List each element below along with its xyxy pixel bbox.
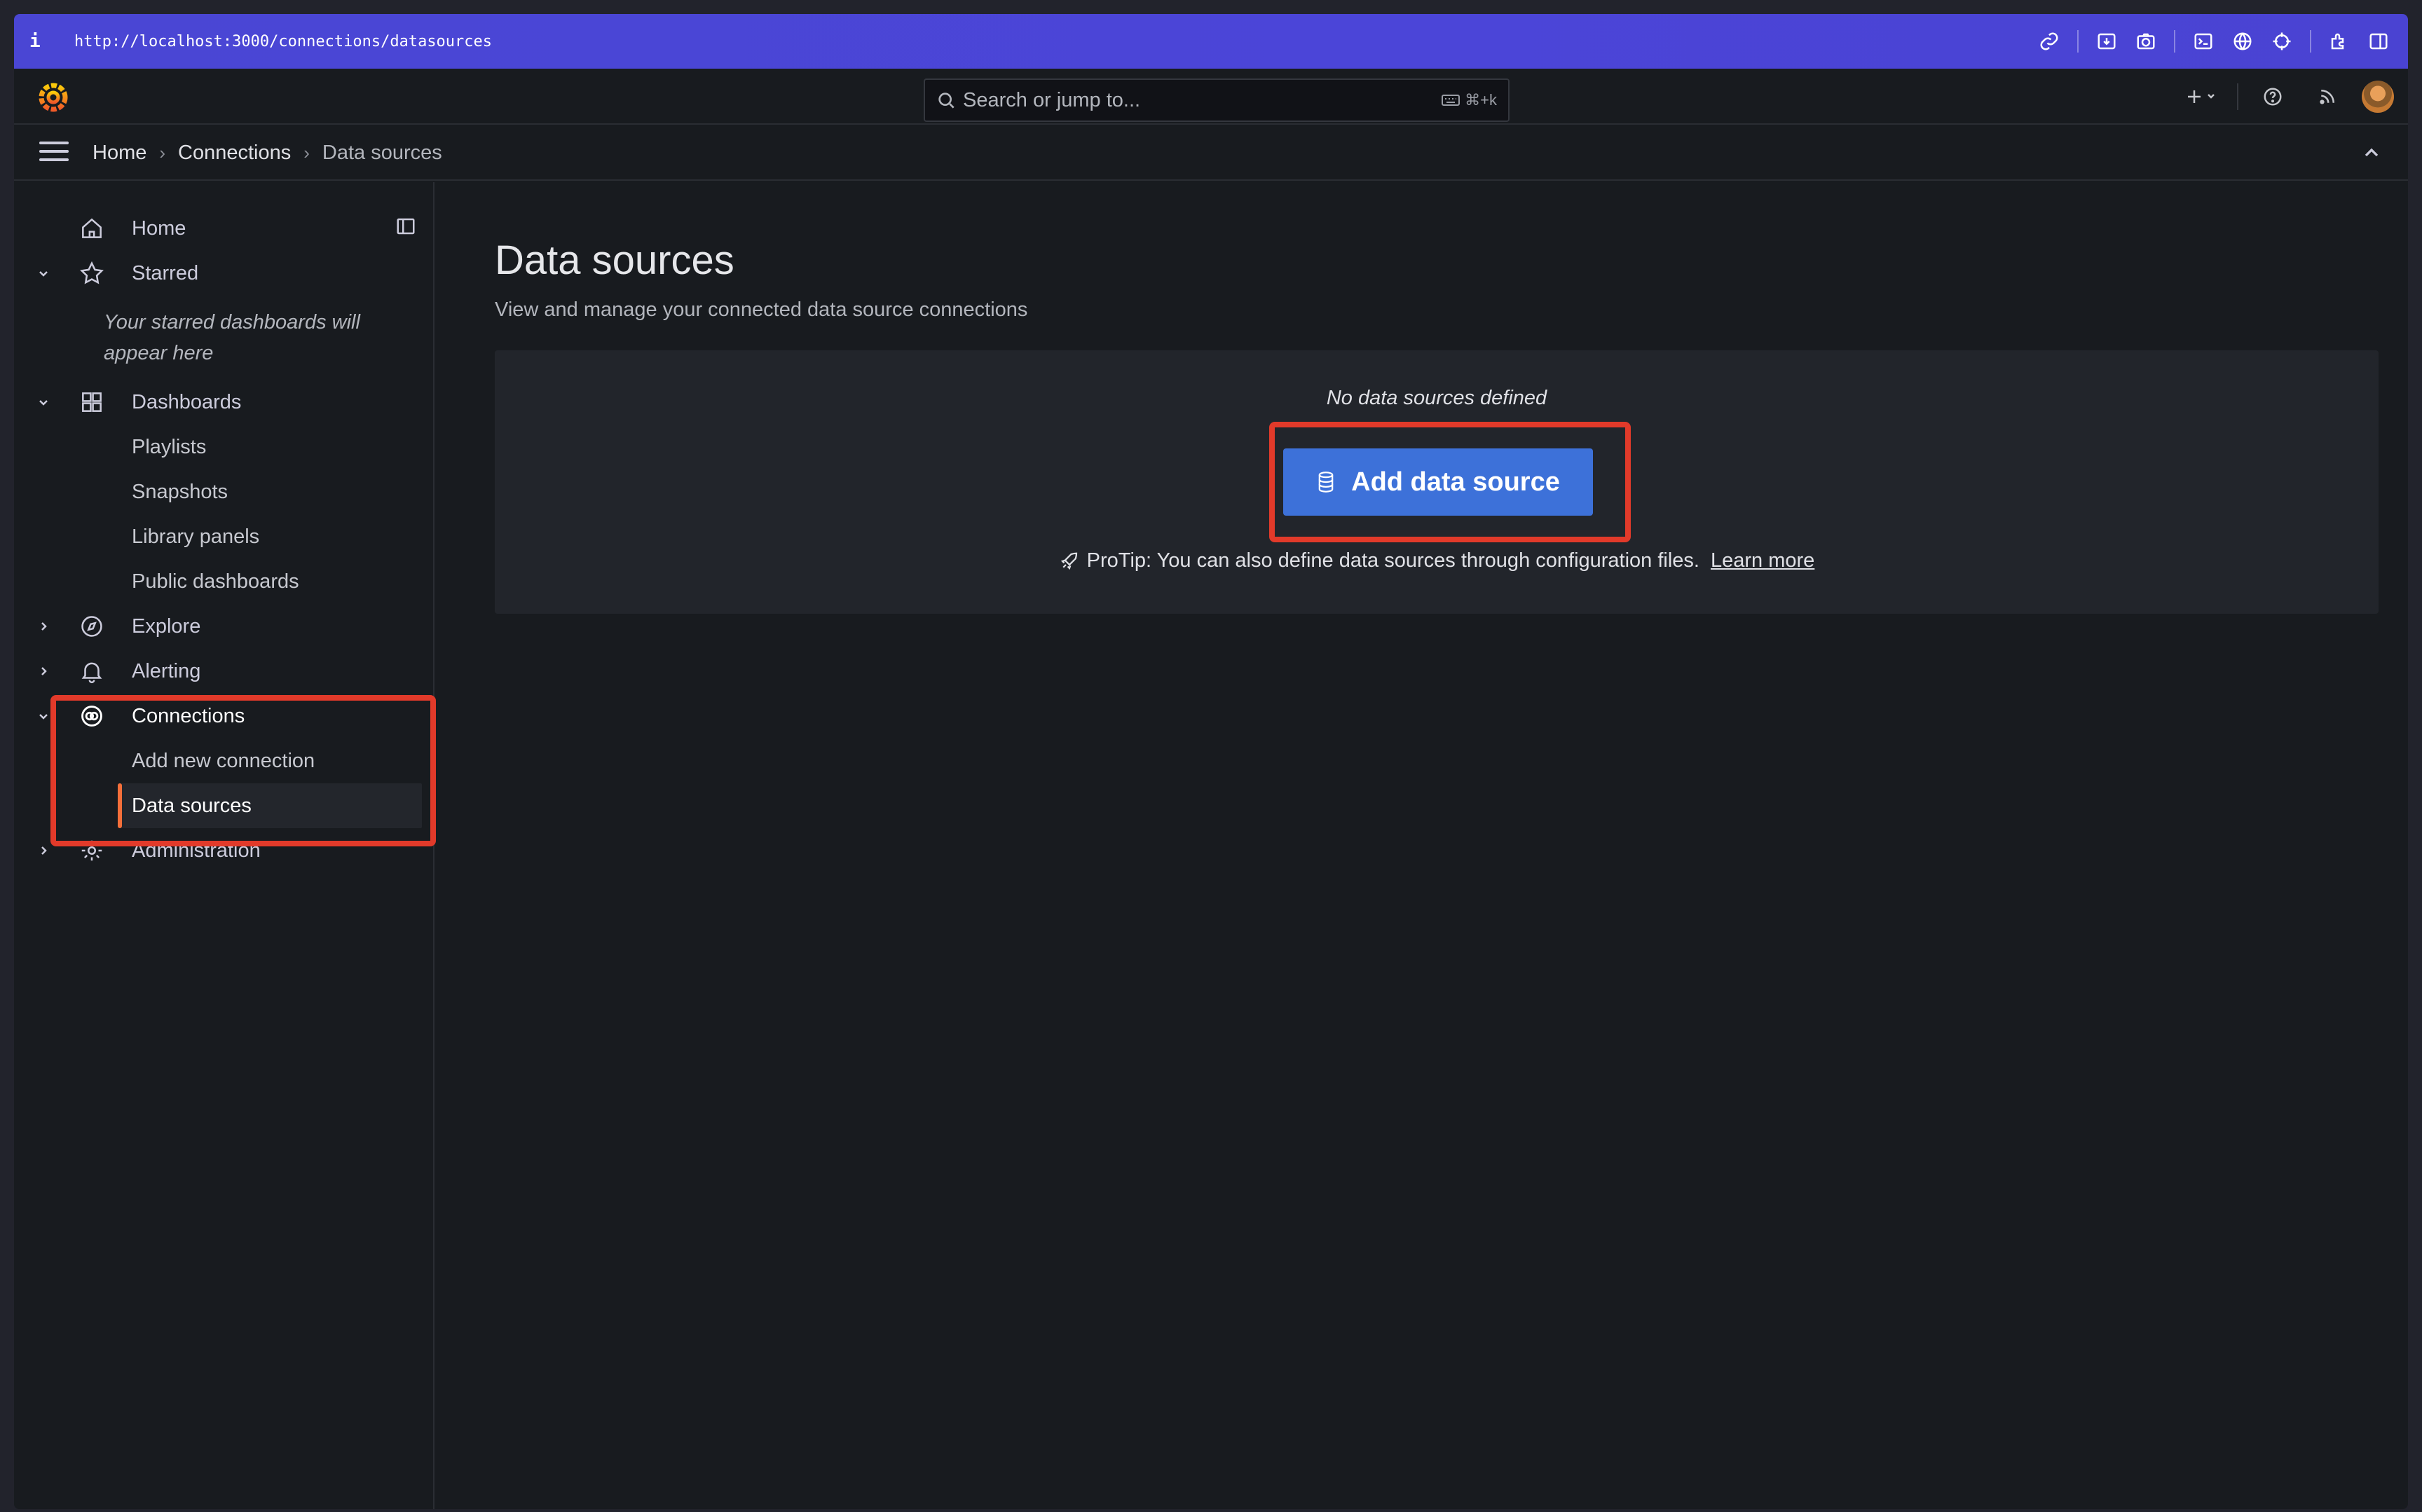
sidebar-item-alerting[interactable]: Alerting — [14, 649, 435, 694]
sidebar-item-administration[interactable]: Administration — [14, 828, 435, 873]
browser-toolbar — [2030, 14, 2398, 69]
app-window: i http://localhost:3000/connections/data… — [14, 14, 2408, 1509]
breadcrumb-bar: Home › Connections › Data sources — [14, 125, 2408, 181]
menu-toggle-icon[interactable] — [39, 142, 69, 164]
sidebar-item-label: Snapshots — [132, 480, 228, 503]
extension-icon[interactable] — [2320, 14, 2359, 69]
top-navigation: Search or jump to... ⌘+k — [14, 69, 2408, 125]
keyboard-icon — [1442, 95, 1460, 106]
sidebar-toggle-icon[interactable] — [2359, 14, 2398, 69]
search-input[interactable]: Search or jump to... ⌘+k — [924, 78, 1510, 122]
crosshair-icon[interactable] — [2262, 14, 2301, 69]
breadcrumb-home[interactable]: Home — [93, 142, 146, 165]
sidebar-item-dashboards[interactable]: Dashboards — [14, 380, 435, 425]
protip-text: ProTip: You can also define data sources… — [1086, 549, 1699, 572]
sidebar: Home Starred Your starred dashboards wil… — [14, 182, 436, 1509]
breadcrumb-separator-icon: › — [303, 142, 310, 163]
breadcrumb-connections[interactable]: Connections — [178, 142, 291, 165]
url-text[interactable]: http://localhost:3000/connections/dataso… — [74, 33, 492, 50]
rss-icon — [2320, 90, 2334, 104]
star-icon — [80, 261, 104, 284]
learn-more-link[interactable]: Learn more — [1711, 549, 1814, 572]
home-icon — [82, 218, 102, 238]
sidebar-item-data-sources[interactable]: Data sources — [118, 783, 422, 828]
link-icon[interactable] — [2030, 14, 2069, 69]
sidebar-item-home[interactable]: Home — [14, 206, 435, 251]
gear-icon — [81, 840, 102, 861]
page-subtitle: View and manage your connected data sour… — [495, 298, 1028, 321]
info-icon[interactable]: i — [29, 31, 60, 52]
download-icon[interactable] — [2087, 14, 2126, 69]
chevron-up-icon[interactable] — [2360, 142, 2383, 164]
breadcrumb-data-sources: Data sources — [322, 141, 442, 164]
camera-icon[interactable] — [2126, 14, 2166, 69]
database-icon — [1318, 472, 1334, 493]
browser-bar: i http://localhost:3000/connections/data… — [14, 14, 2408, 69]
sidebar-item-label: Playlists — [132, 435, 207, 458]
sidebar-item-label: Dashboards — [132, 390, 242, 413]
add-data-source-label: Add data source — [1351, 467, 1560, 497]
dashboards-grid-icon — [82, 392, 102, 412]
add-data-source-button[interactable]: Add data source — [1283, 448, 1593, 516]
grafana-logo-icon[interactable] — [36, 80, 70, 114]
user-avatar[interactable] — [2362, 81, 2394, 113]
sidebar-item-starred[interactable]: Starred — [14, 251, 435, 296]
sidebar-item-public-dashboards[interactable]: Public dashboards — [14, 559, 435, 604]
sidebar-item-explore[interactable]: Explore — [14, 604, 435, 649]
chevron-down-icon[interactable] — [35, 708, 52, 724]
bell-icon — [81, 662, 102, 684]
sidebar-item-label: Add new connection — [132, 749, 315, 772]
sidebar-item-library-panels[interactable]: Library panels — [14, 514, 435, 559]
sidebar-item-snapshots[interactable]: Snapshots — [14, 469, 435, 514]
globe-icon[interactable] — [2223, 14, 2262, 69]
search-placeholder: Search or jump to... — [963, 88, 1141, 111]
main-content: Data sources View and manage your connec… — [436, 182, 2408, 1509]
sidebar-item-label: Connections — [132, 704, 245, 727]
breadcrumb-separator-icon: › — [159, 142, 166, 163]
sidebar-item-add-new-connection[interactable]: Add new connection — [14, 738, 435, 783]
terminal-icon[interactable] — [2184, 14, 2223, 69]
breadcrumb: Home › Connections › Data sources — [93, 125, 442, 181]
chevron-down-icon[interactable] — [35, 265, 52, 282]
sidebar-item-connections[interactable]: Connections — [14, 694, 435, 738]
sidebar-item-label: Public dashboards — [132, 570, 299, 593]
sidebar-item-label: Administration — [132, 839, 261, 862]
page-title: Data sources — [495, 238, 734, 283]
sidebar-item-playlists[interactable]: Playlists — [14, 425, 435, 469]
news-button[interactable] — [2300, 69, 2355, 125]
chevron-right-icon[interactable] — [35, 842, 52, 859]
empty-state-card: No data sources defined Add data source … — [495, 350, 2379, 614]
help-icon — [2264, 88, 2282, 106]
topnav-divider — [2237, 83, 2238, 110]
toolbar-divider — [2174, 30, 2175, 53]
search-icon — [938, 92, 955, 109]
sidebar-item-label: Explore — [132, 614, 201, 638]
sidebar-item-label: Alerting — [132, 659, 201, 682]
active-indicator — [118, 783, 122, 828]
starred-empty-note: Your starred dashboards will appear here — [104, 311, 360, 364]
sidebar-item-label: Home — [132, 217, 186, 240]
topnav-actions — [2175, 69, 2394, 125]
compass-icon — [81, 616, 102, 637]
chevron-right-icon[interactable] — [35, 618, 52, 635]
chevron-down-icon[interactable] — [35, 394, 52, 411]
rocket-icon — [1060, 552, 1077, 570]
new-menu-button[interactable] — [2175, 69, 2230, 125]
shortcut-text: ⌘+k — [1465, 91, 1497, 109]
chevron-right-icon[interactable] — [35, 663, 52, 680]
toolbar-divider — [2077, 30, 2079, 53]
connections-icon — [81, 706, 102, 727]
sidebar-item-label: Library panels — [132, 525, 260, 548]
search-shortcut: ⌘+k — [1441, 91, 1497, 109]
protip: ProTip: You can also define data sources… — [495, 549, 2379, 572]
plus-icon — [2188, 90, 2215, 103]
sidebar-item-label: Data sources — [132, 794, 252, 817]
sidebar-item-label: Starred — [132, 261, 199, 284]
help-button[interactable] — [2245, 69, 2300, 125]
toolbar-divider — [2310, 30, 2311, 53]
empty-state-message: No data sources defined — [1326, 387, 1547, 409]
